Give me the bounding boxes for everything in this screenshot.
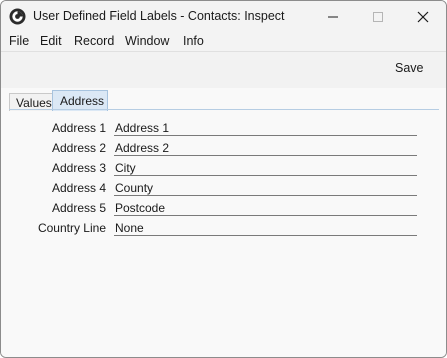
app-window: User Defined Field Labels - Contacts: In… xyxy=(0,0,447,358)
address-4-field[interactable]: County xyxy=(114,178,417,196)
tab-strip: Values Address xyxy=(9,90,439,111)
menu-bar: File Edit Record Window Info xyxy=(1,33,446,51)
maximize-button[interactable] xyxy=(355,1,401,33)
address-3-field[interactable]: City xyxy=(114,158,417,176)
save-button[interactable]: Save xyxy=(395,61,424,75)
window-title: User Defined Field Labels - Contacts: In… xyxy=(33,9,285,23)
field-row-address-3: Address 3 City xyxy=(1,158,446,178)
close-icon xyxy=(417,11,429,23)
address-2-label: Address 2 xyxy=(51,141,106,155)
address-3-value: City xyxy=(115,161,136,175)
address-1-label: Address 1 xyxy=(51,121,106,135)
country-line-field[interactable]: None xyxy=(114,218,417,236)
tab-address[interactable]: Address xyxy=(52,90,108,111)
tab-divider xyxy=(9,109,439,110)
tab-address-label: Address xyxy=(60,94,105,108)
address-2-field[interactable]: Address 2 xyxy=(114,138,417,156)
country-line-label: Country Line xyxy=(37,221,106,235)
maximize-icon xyxy=(373,12,383,22)
menu-edit[interactable]: Edit xyxy=(40,34,62,48)
field-row-address-2: Address 2 Address 2 xyxy=(1,138,446,158)
menu-info[interactable]: Info xyxy=(183,34,204,48)
menu-file[interactable]: File xyxy=(9,34,29,48)
minimize-icon xyxy=(328,16,338,18)
menu-window[interactable]: Window xyxy=(125,34,169,48)
field-row-address-4: Address 4 County xyxy=(1,178,446,198)
field-row-address-5: Address 5 Postcode xyxy=(1,198,446,218)
address-2-value: Address 2 xyxy=(115,141,170,155)
address-5-label: Address 5 xyxy=(51,201,106,215)
country-line-value: None xyxy=(115,221,144,235)
address-1-field[interactable]: Address 1 xyxy=(114,118,417,136)
address-5-value: Postcode xyxy=(115,201,166,215)
title-bar[interactable]: User Defined Field Labels - Contacts: In… xyxy=(1,1,446,33)
inspect-form: Values Address Address 1 Address 1 Addre… xyxy=(1,88,446,357)
tab-values-label: Values xyxy=(16,96,52,110)
address-3-label: Address 3 xyxy=(51,161,106,175)
field-row-country-line: Country Line None xyxy=(1,218,446,238)
address-4-label: Address 4 xyxy=(51,181,106,195)
address-4-value: County xyxy=(115,181,154,195)
address-5-field[interactable]: Postcode xyxy=(114,198,417,216)
address-1-value: Address 1 xyxy=(115,121,170,135)
button-bar: Save xyxy=(1,51,446,89)
app-icon xyxy=(9,8,26,25)
field-row-address-1: Address 1 Address 1 xyxy=(1,118,446,138)
menu-record[interactable]: Record xyxy=(74,34,114,48)
minimize-button[interactable] xyxy=(310,1,356,33)
close-button[interactable] xyxy=(400,1,446,33)
